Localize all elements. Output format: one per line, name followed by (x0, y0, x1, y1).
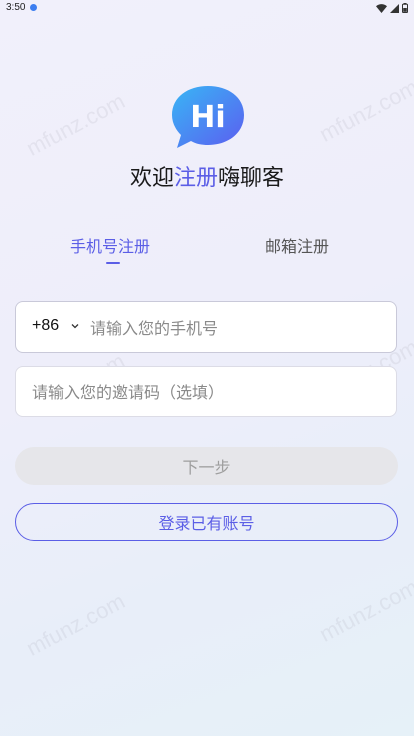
invite-code-input[interactable] (32, 380, 382, 404)
logo-text: Hi (190, 100, 225, 135)
welcome-accent: 注册 (173, 166, 218, 191)
watermark: mfunz.com (315, 574, 414, 647)
app-logo: Hi (172, 86, 244, 148)
country-code-selector[interactable]: +86 (32, 317, 59, 335)
status-bar: 3:50 (0, 0, 414, 18)
welcome-prefix: 欢迎 (129, 166, 174, 191)
notification-dot-icon (30, 4, 37, 11)
battery-icon (402, 3, 408, 13)
cellular-signal-icon (390, 3, 399, 13)
watermark: mfunz.com (22, 588, 129, 661)
phone-input-container: +86 (15, 301, 397, 353)
phone-input[interactable] (90, 316, 380, 340)
status-time: 3:50 (6, 2, 26, 13)
status-icons (376, 3, 408, 13)
welcome-title: 欢迎注册嗨聊客 (0, 160, 414, 192)
chevron-down-icon[interactable] (71, 323, 79, 329)
wifi-icon (376, 3, 387, 13)
login-existing-account-button[interactable]: 登录已有账号 (15, 503, 398, 541)
tab-phone-register[interactable]: 手机号注册 (70, 233, 150, 257)
watermark: mfunz.com (22, 88, 129, 161)
watermark: mfunz.com (315, 74, 414, 147)
next-button[interactable]: 下一步 (15, 447, 398, 485)
invite-input-container (15, 366, 397, 417)
tab-email-register[interactable]: 邮箱注册 (265, 233, 329, 257)
tab-active-indicator (106, 262, 120, 264)
welcome-suffix: 嗨聊客 (218, 166, 285, 191)
